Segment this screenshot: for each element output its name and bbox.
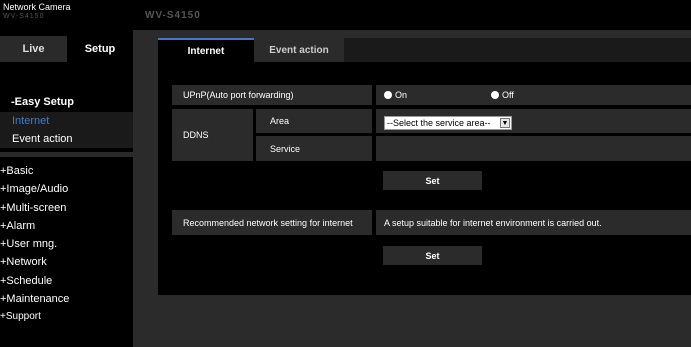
menu-item-basic[interactable]: +Basic bbox=[0, 162, 133, 180]
menu-item-image-audio[interactable]: +Image/Audio bbox=[0, 180, 133, 198]
recommended-description: A setup suitable for internet environmen… bbox=[376, 210, 691, 235]
menu-item-maintenance[interactable]: +Maintenance bbox=[0, 290, 133, 308]
service-cell bbox=[376, 136, 691, 161]
upnp-on-option[interactable]: On bbox=[384, 90, 407, 100]
menu-item-multi-screen[interactable]: +Multi-screen bbox=[0, 199, 133, 217]
tabs-bar: Internet Event action bbox=[158, 38, 691, 62]
recommended-label: Recommended network setting for internet bbox=[172, 210, 372, 235]
header-bar: Network Camera WV-S4150 WV-S4150 bbox=[0, 0, 691, 30]
live-button[interactable]: Live bbox=[0, 36, 67, 62]
camera-setup-page: Network Camera WV-S4150 WV-S4150 Live Se… bbox=[0, 0, 691, 347]
ddns-label: DDNS bbox=[172, 109, 253, 161]
sidebar-item-internet[interactable]: Internet bbox=[0, 112, 133, 130]
upnp-off-label: Off bbox=[502, 90, 514, 100]
service-label: Service bbox=[256, 136, 372, 161]
menu-item-user-mng[interactable]: +User mng. bbox=[0, 235, 133, 253]
menu-item-network[interactable]: +Network bbox=[0, 253, 133, 271]
menu-item-support[interactable]: +Support bbox=[0, 308, 133, 326]
recommended-set-button[interactable]: Set bbox=[383, 246, 482, 265]
radio-on-icon[interactable] bbox=[384, 91, 392, 99]
camera-model-title: WV-S4150 bbox=[145, 10, 201, 21]
top-nav: Live Setup bbox=[0, 30, 133, 64]
tab-event-action[interactable]: Event action bbox=[254, 38, 344, 62]
set-button[interactable]: Set bbox=[383, 171, 482, 190]
chevron-down-icon[interactable]: ▼ bbox=[500, 118, 510, 128]
upnp-off-option[interactable]: Off bbox=[491, 90, 514, 100]
area-label: Area bbox=[256, 109, 372, 133]
brand-model: WV-S4150 bbox=[3, 13, 45, 20]
area-select[interactable]: --Select the service area-- ▼ bbox=[384, 116, 512, 130]
upnp-on-label: On bbox=[395, 90, 408, 100]
sidebar-item-event-action[interactable]: Event action bbox=[0, 130, 133, 148]
radio-off-icon[interactable] bbox=[491, 91, 500, 99]
easy-setup-heading[interactable]: -Easy Setup bbox=[11, 96, 74, 108]
tab-internet[interactable]: Internet bbox=[158, 38, 254, 62]
setup-menu: +Basic +Image/Audio +Multi-screen +Alarm… bbox=[0, 162, 133, 327]
brand-name: Network Camera bbox=[3, 2, 71, 12]
menu-item-alarm[interactable]: +Alarm bbox=[0, 217, 133, 235]
sidebar-divider bbox=[0, 152, 133, 157]
upnp-label: UPnP(Auto port forwarding) bbox=[172, 85, 372, 105]
menu-item-schedule[interactable]: +Schedule bbox=[0, 272, 133, 290]
area-select-value: --Select the service area-- bbox=[387, 118, 491, 128]
brand-logo: Network Camera WV-S4150 bbox=[3, 2, 71, 22]
upnp-options: On Off bbox=[376, 85, 691, 105]
setup-button[interactable]: Setup bbox=[67, 36, 133, 62]
